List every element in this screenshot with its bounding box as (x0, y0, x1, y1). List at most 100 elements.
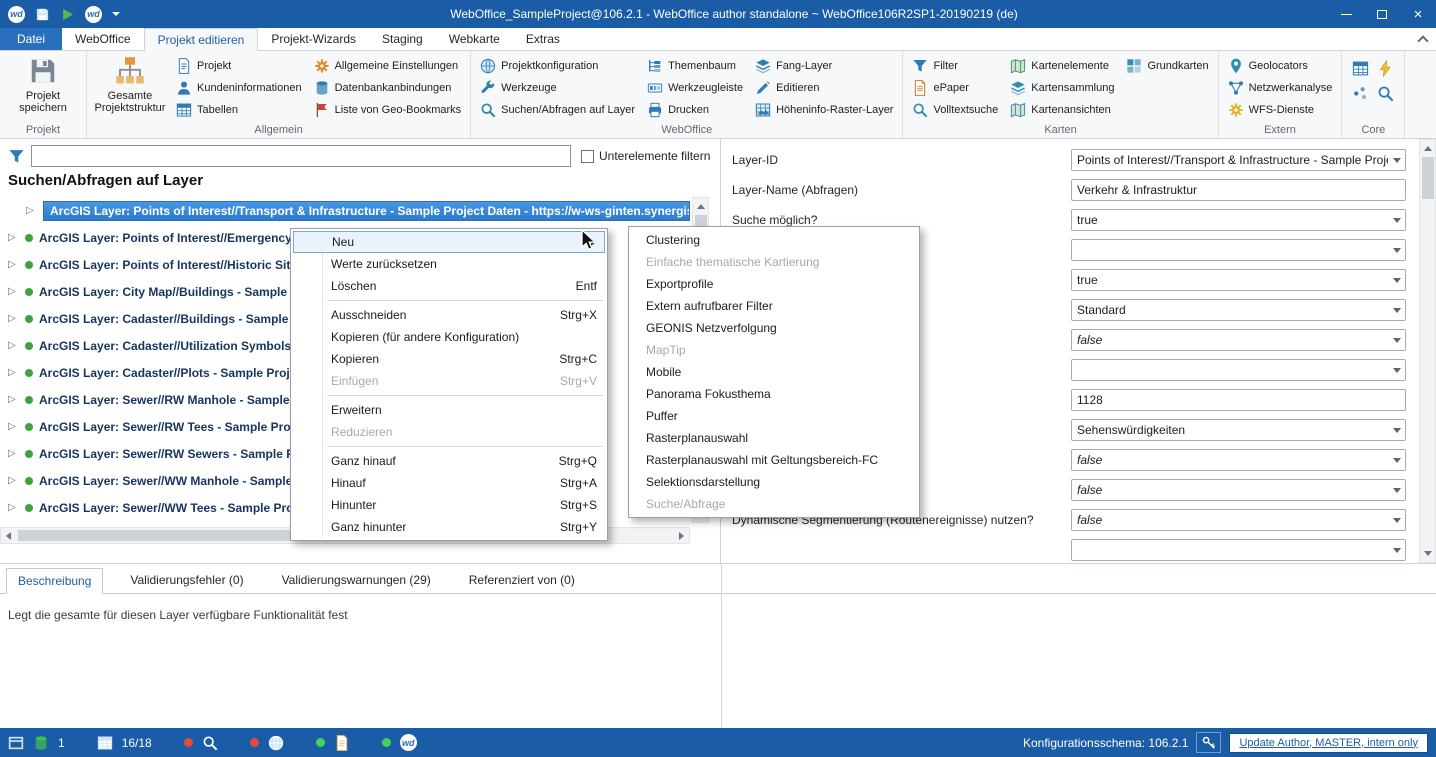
dropdown-arrow[interactable] (1388, 540, 1405, 560)
filter-input[interactable] (31, 145, 571, 167)
context-menu-item[interactable]: Hinunter Strg+S (291, 494, 607, 516)
bottom-tab[interactable]: Referenziert von (0) (458, 568, 586, 594)
tree-item[interactable]: ▷ ArcGIS Layer: Points of Interest//Tran… (0, 197, 690, 224)
dropdown-arrow[interactable] (1388, 270, 1405, 290)
core-cluster-button[interactable] (1348, 81, 1373, 106)
epaper-button[interactable]: ePaper (906, 77, 1004, 99)
expander-icon[interactable]: ▷ (8, 286, 19, 297)
property-dropdown[interactable]: Sehenswürdigkeiten (1071, 419, 1406, 441)
tools-button[interactable]: Werkzeuge (474, 77, 641, 99)
edit-button[interactable]: Editieren (749, 77, 899, 99)
ribbon-tab[interactable]: Projekt-Wizards (258, 28, 369, 50)
property-dropdown[interactable]: Points of Interest//Transport & Infrastr… (1071, 149, 1406, 171)
context-menu-item[interactable]: Neu (293, 231, 605, 253)
expander-icon[interactable]: ▷ (8, 502, 19, 513)
height-raster-layer-button[interactable]: Höheninfo-Raster-Layer (749, 99, 899, 121)
expander-icon[interactable]: ▷ (8, 232, 19, 243)
property-dropdown[interactable] (1071, 539, 1406, 561)
property-dropdown[interactable]: 1128 (1071, 389, 1406, 411)
collapse-ribbon-icon[interactable] (1418, 35, 1426, 43)
expander-icon[interactable]: ▷ (8, 394, 19, 405)
customer-info-button[interactable]: Kundeninformationen (170, 77, 308, 99)
property-dropdown[interactable] (1071, 359, 1406, 381)
context-menu-item[interactable]: Löschen Entf (291, 275, 607, 297)
dropdown-arrow[interactable] (1388, 480, 1405, 500)
dropdown-arrow[interactable] (1388, 420, 1405, 440)
dropdown-arrow[interactable] (1388, 360, 1405, 380)
snap-layer-button[interactable]: Fang-Layer (749, 55, 899, 77)
bottom-tab[interactable]: Beschreibung (6, 568, 103, 594)
property-dropdown[interactable]: false (1071, 329, 1406, 351)
bottom-tab[interactable]: Validierungswarnungen (29) (271, 568, 442, 594)
network-analysis-button[interactable]: Netzwerkanalyse (1222, 77, 1339, 99)
database-connections-button[interactable]: Datenbankanbindungen (308, 77, 468, 99)
submenu-item[interactable]: Mobile (629, 361, 919, 383)
search-status-icon[interactable] (202, 735, 218, 751)
context-menu-item[interactable] (291, 392, 607, 399)
submenu-item[interactable]: Rasterplanauswahl mit Geltungsbereich-FC (629, 449, 919, 471)
property-dropdown[interactable] (1071, 239, 1406, 261)
scroll-down-icon[interactable] (1424, 551, 1432, 556)
login-info-link[interactable]: Update Author, MASTER, intern only (1229, 733, 1428, 753)
wfs-services-button[interactable]: WFS-Dienste (1222, 99, 1339, 121)
dropdown-arrow[interactable] (1388, 240, 1405, 260)
ribbon-tab[interactable]: WebOffice (62, 28, 144, 50)
property-dropdown[interactable]: Standard (1071, 299, 1406, 321)
submenu-item[interactable]: Rasterplanauswahl (629, 427, 919, 449)
scrollbar-thumb[interactable] (1422, 157, 1434, 199)
submenu-item[interactable]: Suche/Abfrage (629, 493, 919, 515)
geo-bookmarks-button[interactable]: Liste von Geo-Bookmarks (308, 99, 468, 121)
print-button[interactable]: Drucken (641, 99, 749, 121)
submenu-item[interactable]: MapTip (629, 339, 919, 361)
submenu-item[interactable]: Puffer (629, 405, 919, 427)
close-button[interactable]: × (1400, 0, 1436, 28)
globe-status-icon[interactable] (268, 735, 284, 751)
maximize-button[interactable] (1364, 0, 1400, 28)
basemaps-button[interactable]: Grundkarten (1120, 55, 1214, 77)
expander-icon[interactable]: ▷ (26, 205, 37, 216)
context-menu-item[interactable] (291, 443, 607, 450)
license-key-button[interactable] (1196, 732, 1221, 753)
service-status-icon[interactable] (334, 735, 350, 751)
map-elements-button[interactable]: Kartenelemente (1004, 55, 1120, 77)
dropdown-arrow[interactable] (1388, 210, 1405, 230)
expander-icon[interactable]: ▷ (8, 421, 19, 432)
submenu-item[interactable]: Einfache thematische Kartierung (629, 251, 919, 273)
core-table-button[interactable] (1348, 56, 1373, 81)
run-icon[interactable] (60, 7, 75, 22)
save-project-button[interactable]: Projekt speichern (3, 52, 83, 114)
submenu-item[interactable]: Clustering (629, 229, 919, 251)
ribbon-tab[interactable]: Webkarte (436, 28, 513, 50)
context-menu-item[interactable]: Erweitern (291, 399, 607, 421)
project-configuration-button[interactable]: Projektkonfiguration (474, 55, 641, 77)
property-dropdown[interactable]: true (1071, 269, 1406, 291)
weboffice-icon[interactable]: wd (85, 6, 102, 23)
scroll-left-icon[interactable] (6, 532, 11, 540)
dropdown-arrow[interactable] (1388, 150, 1405, 170)
property-dropdown[interactable]: false (1071, 479, 1406, 501)
ribbon-tab[interactable]: Projekt editieren (144, 28, 259, 51)
dropdown-arrow[interactable] (1388, 510, 1405, 530)
tables-button[interactable]: Tabellen (170, 99, 308, 121)
minimize-button[interactable] (1328, 0, 1364, 28)
bottom-tab[interactable]: Validierungsfehler (0) (119, 568, 254, 594)
ribbon-tab[interactable]: Datei (0, 28, 62, 50)
map-views-button[interactable]: Kartenansichten (1004, 99, 1120, 121)
context-menu-item[interactable]: Reduzieren (291, 421, 607, 443)
property-dropdown[interactable]: false (1071, 449, 1406, 471)
context-menu-item[interactable]: Kopieren (für andere Konfiguration) (291, 326, 607, 348)
property-dropdown[interactable]: true (1071, 209, 1406, 231)
context-menu-item[interactable]: Kopieren Strg+C (291, 348, 607, 370)
filter-button[interactable]: Filter (906, 55, 1004, 77)
scroll-up-icon[interactable] (697, 204, 705, 209)
ribbon-tab[interactable]: Staging (369, 28, 436, 50)
context-menu-item[interactable] (291, 297, 607, 304)
properties-vertical-scrollbar[interactable] (1419, 139, 1436, 563)
geolocators-button[interactable]: Geolocators (1222, 55, 1339, 77)
dropdown-arrow[interactable] (1388, 450, 1405, 470)
ribbon-tab[interactable]: Extras (513, 28, 573, 50)
fulltext-search-button[interactable]: Volltextsuche (906, 99, 1004, 121)
weboffice-status-icon[interactable]: wd (400, 734, 417, 751)
property-dropdown[interactable]: false (1071, 509, 1406, 531)
database-status-icon[interactable] (33, 735, 49, 751)
